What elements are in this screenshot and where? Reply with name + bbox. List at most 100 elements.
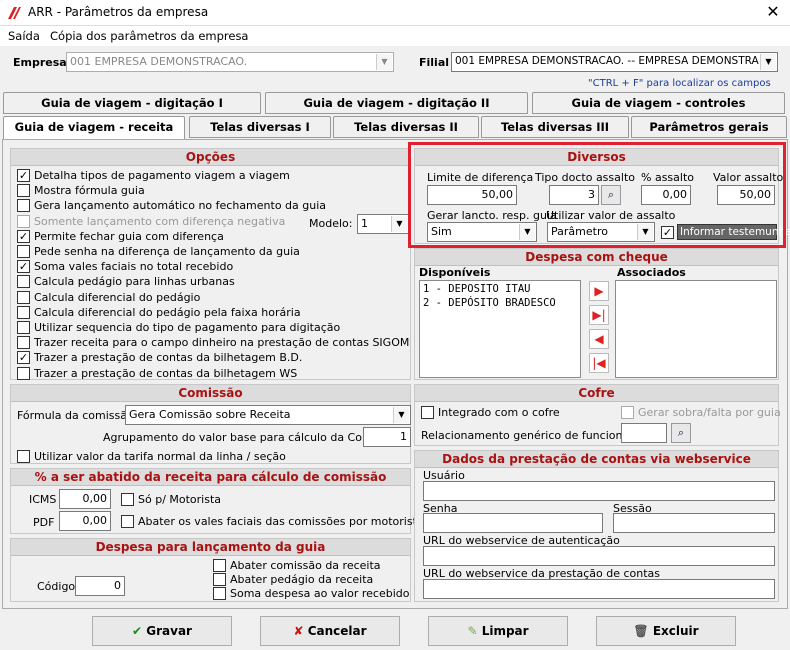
tab-row2-1[interactable]: Telas diversas I	[189, 116, 331, 138]
move-left-icon[interactable]: ◀	[589, 329, 609, 349]
formula-select[interactable]: Gera Comissão sobre Receita ▼	[125, 405, 411, 425]
opcao-checkbox[interactable]	[17, 199, 30, 213]
tab-row2-0[interactable]: Guia de viagem - receita	[3, 116, 185, 140]
opcao-label: Calcula pedágio para linhas urbanas	[34, 275, 235, 289]
despesa-cheque-title: Despesa com cheque	[415, 249, 778, 266]
filial-label: Filial	[419, 56, 450, 69]
modelo-label: Modelo:	[309, 217, 353, 230]
title-bar: ARR - Parâmetros da empresa ✕	[0, 0, 790, 26]
highlight-box	[408, 142, 786, 248]
integrado-label: Integrado com o cofre	[438, 406, 560, 419]
despesa-lanc-title: Despesa para lançamento da guia	[11, 539, 410, 556]
abater-comissao-checkbox[interactable]	[213, 559, 226, 572]
chevron-down-icon: ▼	[391, 216, 407, 232]
opcao-checkbox[interactable]	[17, 214, 30, 228]
icms-input[interactable]: 0,00	[59, 489, 111, 509]
menu-copia[interactable]: Cópia dos parâmetros da empresa	[50, 29, 248, 43]
opcoes-title: Opções	[11, 149, 410, 166]
opcao-checkbox[interactable]	[17, 290, 30, 304]
integrado-checkbox[interactable]	[421, 406, 434, 419]
so-motorista-checkbox[interactable]	[121, 493, 134, 506]
chevron-down-icon: ▼	[393, 407, 409, 423]
opcao-checkbox[interactable]	[17, 366, 30, 380]
tab-row2-4[interactable]: Parâmetros gerais	[631, 116, 787, 138]
tab-row1-1[interactable]: Guia de viagem - digitação II	[265, 92, 528, 114]
cofre-panel: Cofre Integrado com o cofre Gerar sobra/…	[414, 384, 781, 446]
tab-row1-2[interactable]: Guia de viagem - controles	[532, 92, 785, 114]
so-motorista-label: Só p/ Motorista	[138, 493, 222, 506]
disponiveis-label: Disponíveis	[419, 266, 491, 279]
window-title: ARR - Parâmetros da empresa	[28, 5, 209, 19]
opcao-checkbox[interactable]	[17, 275, 30, 289]
opcao-checkbox[interactable]: ✓	[17, 260, 30, 274]
tarifa-checkbox[interactable]	[17, 450, 30, 463]
opcao-checkbox[interactable]	[17, 321, 30, 334]
sessao-input[interactable]	[613, 513, 775, 533]
formula-label: Fórmula da comissão	[17, 409, 134, 422]
despesa-cheque-panel: Despesa com cheque Disponíveis Associado…	[414, 248, 779, 380]
broom-icon: ✎	[467, 624, 478, 638]
associados-label: Associados	[617, 266, 686, 279]
cancel-icon: ✘	[293, 624, 304, 638]
opcao-checkbox[interactable]: ✓	[17, 229, 30, 243]
opcao-label: Detalha tipos de pagamento viagem a viag…	[34, 169, 290, 182]
webservice-panel: Dados da prestação de contas via webserv…	[414, 450, 779, 602]
opcao-label: Somente lançamento com diferença negativ…	[34, 214, 286, 228]
list-item[interactable]: 1 - DEPOSITO ITAU	[420, 281, 580, 297]
cancelar-button[interactable]: ✘ Cancelar	[260, 616, 400, 646]
menu-saida[interactable]: Saída	[8, 29, 40, 43]
tab-row2-3[interactable]: Telas diversas III	[481, 116, 629, 138]
webservice-title: Dados da prestação de contas via webserv…	[415, 451, 778, 468]
associados-list[interactable]	[615, 280, 777, 378]
usuario-input[interactable]	[423, 481, 775, 501]
opcao-checkbox[interactable]	[17, 245, 30, 258]
opcao-label: Calcula diferencial do pedágio	[34, 290, 201, 304]
filial-select[interactable]: 001 EMPRESA DEMONSTRACAO. -- EMPRESA DEM…	[451, 52, 778, 72]
opcao-checkbox[interactable]: ✓	[17, 169, 30, 182]
opcao-checkbox[interactable]: ✓	[17, 351, 30, 365]
opcao-label: Soma vales faciais no total recebido	[34, 260, 234, 274]
move-all-right-icon[interactable]: ▶|	[589, 305, 609, 325]
url-auth-input[interactable]	[423, 546, 775, 566]
abatido-panel: % a ser abatido da receita para cálculo …	[10, 468, 429, 534]
tab-row2-2[interactable]: Telas diversas II	[333, 116, 479, 138]
opcao-checkbox[interactable]	[17, 184, 30, 198]
abater-pedagio-label: Abater pedágio da receita	[230, 573, 374, 586]
excluir-button[interactable]: 🗑 Excluir	[596, 616, 736, 646]
check-icon: ✔	[132, 624, 143, 638]
url-prest-input[interactable]	[423, 579, 775, 599]
comissao-panel: Comissão Fórmula da comissão Gera Comiss…	[10, 384, 411, 464]
chevron-down-icon: ▼	[376, 54, 392, 70]
move-all-left-icon[interactable]: |◀	[589, 353, 609, 373]
opcao-checkbox[interactable]	[17, 336, 30, 350]
opcao-label: Calcula diferencial do pedágio pela faix…	[34, 305, 301, 319]
senha-input[interactable]	[423, 513, 603, 533]
disponiveis-list[interactable]: 1 - DEPOSITO ITAU 2 - DEPÓSITO BRADESCO	[419, 280, 581, 378]
binoculars-icon[interactable]: ⌕	[671, 423, 691, 443]
relac-input[interactable]	[621, 423, 667, 443]
agrup-label: Agrupamento do valor base para cálculo d…	[103, 431, 401, 444]
tab-row1-0[interactable]: Guia de viagem - digitação I	[3, 92, 261, 114]
abater-vales-checkbox[interactable]	[121, 515, 134, 528]
close-icon[interactable]: ✕	[760, 2, 786, 24]
opcoes-panel: Opções ✓ Detalha tipos de pagamento viage…	[10, 148, 411, 380]
gerar-sobra-checkbox[interactable]	[621, 406, 634, 419]
empresa-select[interactable]: 001 EMPRESA DEMONSTRACAO. ▼	[66, 52, 394, 72]
gravar-button[interactable]: ✔ Gravar	[92, 616, 232, 646]
relac-label: Relacionamento genérico de funcionários	[421, 429, 650, 442]
pdf-input[interactable]: 0,00	[59, 511, 111, 531]
chevron-down-icon: ▼	[760, 54, 776, 70]
list-item[interactable]: 2 - DEPÓSITO BRADESCO	[420, 297, 580, 309]
limpar-button[interactable]: ✎ Limpar	[428, 616, 568, 646]
codigo-input[interactable]: 0	[75, 576, 125, 596]
opcao-label: Utilizar sequencia do tipo de pagamento …	[34, 321, 341, 334]
abater-pedagio-checkbox[interactable]	[213, 573, 226, 586]
modelo-select[interactable]: 1 ▼	[357, 214, 409, 234]
opcao-checkbox[interactable]	[17, 305, 30, 319]
move-right-icon[interactable]: ▶	[589, 281, 609, 301]
cofre-title: Cofre	[415, 385, 778, 402]
soma-despesa-checkbox[interactable]	[213, 587, 226, 600]
empresa-label: Empresa	[13, 56, 67, 69]
agrup-input[interactable]: 1	[363, 427, 411, 447]
opcao-label: Trazer a prestação de contas da bilhetag…	[34, 351, 303, 365]
